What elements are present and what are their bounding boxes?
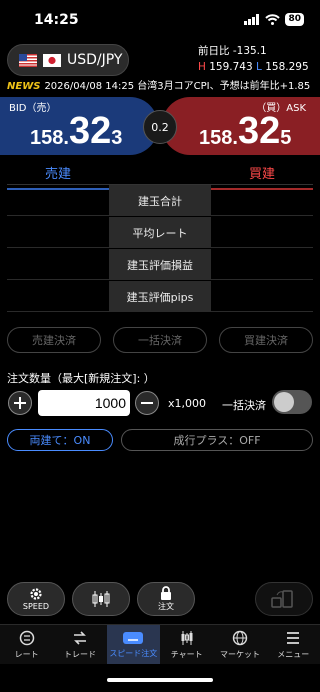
bottom-navigation: レート トレード スピード注文 チャート マーケット メニュー: [0, 624, 320, 664]
bid-price-button[interactable]: BID（売） 158. 32 3: [0, 97, 158, 155]
nav-menu[interactable]: メニュー: [267, 625, 320, 664]
us-flag-icon: [19, 53, 37, 67]
change-label: 前日比: [198, 45, 230, 57]
nav-market[interactable]: マーケット: [213, 625, 266, 664]
average-rate-label: 平均レート: [109, 217, 211, 248]
wifi-icon: [265, 14, 281, 25]
status-icons: 80: [244, 13, 304, 26]
quantity-unit: x1,000: [168, 397, 207, 410]
position-total-label: 建玉合計: [109, 185, 211, 216]
high-value: 159.743: [209, 61, 253, 73]
rotate-screen-icon: [271, 590, 293, 608]
ask-price-fraction: 5: [280, 127, 292, 149]
globe-icon: [232, 630, 248, 645]
order-label: 注文: [158, 602, 174, 611]
quantity-input[interactable]: [38, 390, 130, 416]
menu-icon: [287, 631, 300, 644]
ask-price: 158. 32 5: [199, 110, 292, 152]
nav-rate[interactable]: レート: [0, 625, 53, 664]
spread-badge: 0.2: [143, 110, 177, 144]
plus-icon: [14, 397, 26, 409]
chart-toggle-button[interactable]: [72, 582, 130, 616]
speed-label: SPEED: [22, 602, 50, 611]
gear-icon: [30, 588, 42, 600]
japan-flag-icon: [43, 53, 61, 67]
speed-settings-button[interactable]: SPEED: [7, 582, 65, 616]
increase-quantity-button[interactable]: [8, 391, 32, 415]
currency-pair-label: USD/JPY: [67, 52, 123, 68]
signal-icon: [244, 14, 260, 25]
bid-label: BID（売）: [9, 103, 57, 114]
nav-trade-label: トレード: [63, 649, 96, 659]
nav-market-label: マーケット: [219, 649, 260, 659]
unrealized-pips-label: 建玉評価pips: [109, 281, 211, 312]
chart-icon: [181, 630, 193, 645]
nav-chart[interactable]: チャート: [160, 625, 213, 664]
low-value: 158.295: [265, 61, 309, 73]
order-quantity-label: 注文数量（最大[新規注文]: ）: [7, 372, 155, 385]
nav-menu-label: メニュー: [277, 649, 310, 659]
settle-buy-button[interactable]: 買建決済: [219, 327, 313, 353]
speed-order-icon: [123, 631, 144, 644]
nav-chart-label: チャート: [170, 649, 203, 659]
change-value: -135.1: [232, 45, 267, 57]
daily-stats: 前日比 -135.1 H 159.743 L 158.295: [198, 43, 310, 75]
bid-price-pips: 32: [68, 110, 112, 152]
minus-icon: [141, 402, 153, 404]
status-bar: 14:25 80: [0, 0, 320, 40]
bid-price-big: 158.: [30, 127, 69, 149]
market-plus-toggle[interactable]: 成行プラス：OFF: [121, 429, 313, 451]
news-text: 2026/04/08 14:25 台湾3月コアCPI、予想は前年比+1.85: [44, 81, 311, 92]
news-ticker[interactable]: NEWS 2026/04/08 14:25 台湾3月コアCPI、予想は前年比+1.…: [0, 79, 320, 95]
trade-icon: [73, 630, 86, 645]
order-lock-button[interactable]: 注文: [137, 582, 195, 616]
home-indicator: [107, 678, 213, 682]
candlestick-icon: [92, 591, 110, 607]
settle-all-button[interactable]: 一括決済: [113, 327, 207, 353]
nav-rate-label: レート: [14, 649, 39, 659]
bid-price-fraction: 3: [111, 127, 123, 149]
low-label: L: [256, 61, 262, 73]
battery-icon: 80: [285, 13, 304, 26]
news-tag: NEWS: [7, 81, 41, 92]
ask-price-button[interactable]: （買）ASK 158. 32 5: [162, 97, 320, 155]
rotate-layout-button[interactable]: [255, 582, 313, 616]
ask-price-big: 158.: [199, 127, 238, 149]
ask-price-pips: 32: [237, 110, 281, 152]
high-label: H: [198, 61, 206, 73]
bulk-settle-toggle[interactable]: [272, 390, 312, 414]
toggle-knob: [274, 392, 294, 412]
nav-speed-order[interactable]: スピード注文: [106, 625, 160, 664]
unrealized-pl-label: 建玉評価損益: [109, 249, 211, 280]
nav-speed-order-label: スピード注文: [109, 648, 158, 658]
decrease-quantity-button[interactable]: [135, 391, 159, 415]
settle-sell-button[interactable]: 売建決済: [7, 327, 101, 353]
both-sides-toggle[interactable]: 両建て：ON: [7, 429, 113, 451]
lock-icon: [161, 586, 171, 600]
rate-icon: [19, 630, 34, 645]
nav-trade[interactable]: トレード: [53, 625, 106, 664]
bid-price: 158. 32 3: [30, 110, 123, 152]
currency-pair-selector[interactable]: USD/JPY: [7, 44, 129, 76]
bulk-settle-label: 一括決済: [222, 399, 266, 412]
status-time: 14:25: [34, 12, 79, 28]
